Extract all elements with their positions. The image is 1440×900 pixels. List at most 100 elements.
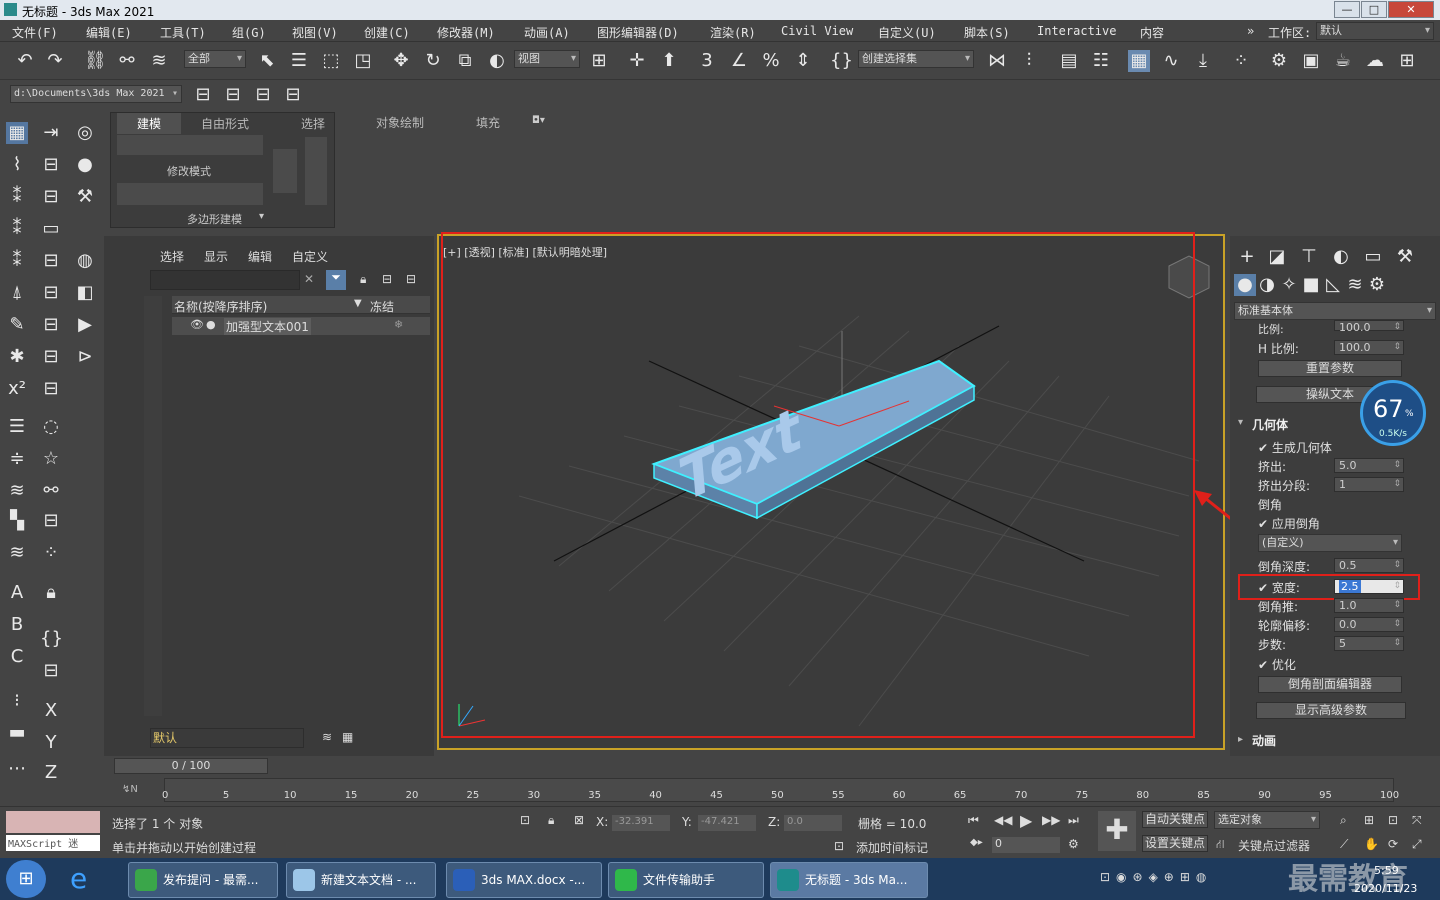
- key-filters-button[interactable]: 关键点过滤器: [1238, 837, 1310, 854]
- move-icon[interactable]: ✥: [390, 50, 412, 72]
- explorer-tab-customize[interactable]: 自定义: [292, 248, 328, 265]
- ribbon-section-dropdown-icon[interactable]: ▾: [259, 211, 264, 222]
- lock-icon[interactable]: 🔒︎: [360, 272, 366, 287]
- bevel-profile-editor-button[interactable]: 倒角剖面编辑器: [1258, 676, 1402, 693]
- modify-panel-icon[interactable]: ◪: [1266, 246, 1288, 268]
- time-tag-icon[interactable]: ⊡: [834, 839, 844, 853]
- text-b-icon[interactable]: B: [6, 614, 28, 636]
- h-scale-spinner[interactable]: 100.0: [1334, 340, 1404, 355]
- mirror-icon[interactable]: ⋈: [986, 50, 1008, 72]
- z-coord-field[interactable]: 0.0: [784, 815, 842, 831]
- menu-animation[interactable]: 动画(A): [524, 24, 570, 41]
- ribbon-toggle-icon[interactable]: ▦: [1128, 50, 1150, 72]
- menu-file[interactable]: 文件(F): [12, 24, 58, 41]
- key-selection-dropdown[interactable]: 选定对象: [1214, 811, 1320, 829]
- set-key-big-button[interactable]: ✚: [1098, 811, 1136, 851]
- layer-manager-icon[interactable]: ▦: [342, 730, 353, 744]
- tool-11-icon[interactable]: ◧: [74, 282, 96, 304]
- tool-25-icon[interactable]: ⁝: [6, 690, 28, 712]
- menu-customize[interactable]: 自定义(U): [878, 24, 936, 41]
- clear-search-icon[interactable]: ✕: [304, 272, 314, 286]
- column-name-header[interactable]: 名称(按降序排序): [174, 298, 267, 315]
- link-icon[interactable]: ⛓: [84, 50, 107, 72]
- object-name[interactable]: 加强型文本001: [224, 318, 311, 335]
- rendered-frame-icon[interactable]: ▣: [1300, 50, 1322, 72]
- reset-params-button[interactable]: 重置参数: [1258, 360, 1402, 377]
- y-coord-field[interactable]: -47.421: [698, 815, 756, 831]
- auto-key-button[interactable]: 自动关键点: [1142, 811, 1208, 828]
- ribbon-tab-object-paint[interactable]: 对象绘制: [376, 114, 424, 131]
- system-tray-icons[interactable]: ⊡◉⊛◈⊕⊞◍: [1100, 870, 1290, 888]
- ribbon-tool-buttons[interactable]: [117, 183, 263, 205]
- tool-13-icon[interactable]: ✱: [6, 346, 28, 368]
- ribbon-tab-selection[interactable]: 选择: [301, 115, 325, 132]
- track-bar-icon[interactable]: ↯N: [122, 784, 138, 795]
- play-icon[interactable]: ▶: [1020, 811, 1032, 830]
- object-type-dropdown[interactable]: 标准基本体: [1234, 302, 1436, 320]
- project-path-dropdown[interactable]: d:\Documents\3ds Max 2021: [10, 85, 182, 103]
- fov-icon[interactable]: ⟋: [1340, 837, 1348, 852]
- menu-interactive[interactable]: Interactive: [1037, 24, 1116, 38]
- current-frame-field[interactable]: 0: [992, 837, 1060, 853]
- menu-create[interactable]: 创建(C): [364, 24, 410, 41]
- layer-explorer-icon[interactable]: ☷: [1090, 50, 1112, 72]
- goto-end-icon[interactable]: ⏭: [1068, 813, 1079, 828]
- bind-spacewarp-icon[interactable]: ≋: [148, 50, 170, 72]
- menu-group[interactable]: 组(G): [232, 24, 266, 41]
- prev-frame-icon[interactable]: ◀◀: [994, 813, 1012, 827]
- text-a-icon[interactable]: A: [6, 582, 28, 604]
- ribbon-options-icon[interactable]: ◘▾: [532, 115, 545, 126]
- ribbon-tab-modeling[interactable]: 建模: [117, 113, 182, 134]
- window-crossing-icon[interactable]: ◳: [352, 50, 374, 72]
- lasso-icon[interactable]: ⌇: [6, 154, 28, 176]
- helpers-icon[interactable]: ◺: [1322, 274, 1344, 296]
- apply-bevel-checkbox[interactable]: ✔ 应用倒角: [1258, 515, 1320, 532]
- ribbon-side-buttons[interactable]: [273, 149, 297, 193]
- layers-icon[interactable]: ☰: [6, 416, 28, 438]
- key-mode-icon[interactable]: ◆▸: [970, 837, 983, 848]
- set-key-button[interactable]: 设置关键点: [1142, 835, 1208, 852]
- undo-icon[interactable]: ↶: [14, 50, 36, 72]
- tool-3-icon[interactable]: ⁑: [6, 186, 28, 208]
- pan-icon[interactable]: ✋: [1364, 837, 1379, 851]
- select-manipulate-icon[interactable]: ✛: [626, 50, 648, 72]
- show-advanced-button[interactable]: 显示高级参数: [1256, 702, 1406, 719]
- tool-27-icon[interactable]: ⋯: [6, 758, 28, 780]
- globe-icon[interactable]: ◍: [74, 250, 96, 272]
- time-slider[interactable]: 0 / 100: [114, 758, 268, 774]
- angle-snap-icon[interactable]: ∠: [728, 50, 750, 72]
- tool-20-icon[interactable]: ▚: [6, 510, 28, 532]
- tool-18-icon[interactable]: ☆: [40, 448, 62, 470]
- play-tool-icon[interactable]: ▶: [74, 314, 96, 336]
- tool-6-icon[interactable]: ▭: [40, 218, 62, 240]
- extrude-segs-spinner[interactable]: 1: [1334, 477, 1404, 492]
- goto-start-icon[interactable]: ⏮: [968, 813, 979, 828]
- axis-z-icon[interactable]: Z: [40, 762, 62, 784]
- hammer-icon[interactable]: ⚒: [74, 186, 96, 208]
- layer-stack-icon[interactable]: ≋: [322, 730, 332, 744]
- perspective-viewport[interactable]: [+] [透视] [标准] [默认明暗处理] Text: [437, 232, 1225, 750]
- pivot-icon[interactable]: ⊞: [588, 50, 610, 72]
- tool-8-icon[interactable]: ⊟: [40, 250, 62, 272]
- rect-selection-icon[interactable]: ⬚: [320, 50, 342, 72]
- ribbon-view-buttons[interactable]: [305, 137, 327, 205]
- ie-icon[interactable]: e: [70, 862, 87, 895]
- time-config-icon[interactable]: ⚙: [1068, 837, 1079, 851]
- lock-icon[interactable]: 🔒︎: [40, 582, 62, 604]
- render-icon[interactable]: ☕: [1332, 50, 1354, 72]
- tool-10-icon[interactable]: ⊟: [40, 282, 62, 304]
- paint-select-icon[interactable]: ✎: [6, 314, 28, 336]
- bevel-preset-dropdown[interactable]: (自定义): [1258, 534, 1402, 552]
- project-folder-icon[interactable]: ⊟: [192, 84, 214, 106]
- start-button[interactable]: ⊞: [6, 860, 46, 898]
- toggle-scene-explorer-icon[interactable]: ▤: [1058, 50, 1080, 72]
- tool-16-icon[interactable]: ⊟: [40, 378, 62, 400]
- xp-icon[interactable]: x²: [6, 378, 28, 400]
- geometry-icon[interactable]: ●: [1234, 274, 1256, 296]
- rollout-collapse-icon[interactable]: ▾: [1238, 417, 1243, 428]
- orbit-icon[interactable]: ⟳: [1388, 837, 1398, 851]
- optimize-checkbox[interactable]: ✔ 优化: [1258, 656, 1296, 673]
- freeze-icon[interactable]: ❄: [394, 318, 403, 331]
- zoom-extents-icon[interactable]: ⊡: [1388, 813, 1398, 827]
- utilities-panel-icon[interactable]: ⚒: [1394, 246, 1416, 268]
